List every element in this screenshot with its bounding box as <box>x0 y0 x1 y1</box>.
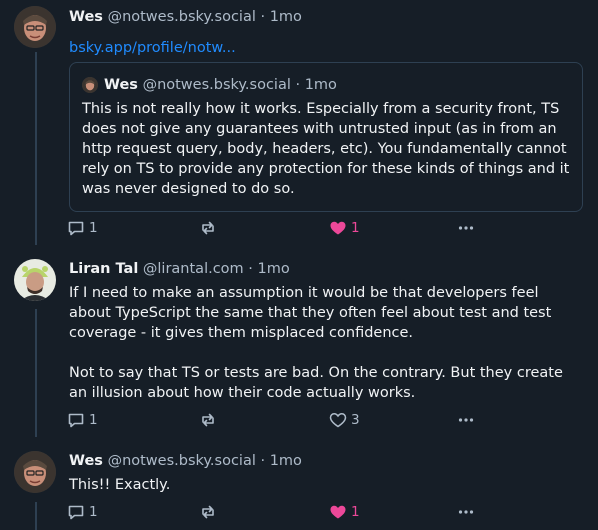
heart-filled-icon <box>330 221 346 235</box>
more-dots-icon <box>458 226 474 230</box>
post[interactable]: Liran Tal @lirantal.com · 1mo If I need … <box>69 259 584 403</box>
author-name[interactable]: Wes <box>69 9 103 25</box>
thread-line <box>35 502 37 530</box>
repost-icon <box>202 413 214 427</box>
more-options-button[interactable] <box>456 410 476 430</box>
avatar[interactable] <box>14 451 56 493</box>
post-header: Liran Tal @lirantal.com · 1mo <box>69 259 584 279</box>
heart-outline-icon <box>329 413 347 428</box>
quoted-author-name: Wes <box>104 77 138 93</box>
post-actions: 1 3 <box>66 410 486 430</box>
more-dots-icon <box>458 510 474 514</box>
separator-dot: · <box>260 453 266 469</box>
quoted-post[interactable]: Wes @notwes.bsky.social · 1mo This is no… <box>69 62 583 212</box>
author-handle[interactable]: @lirantal.com <box>143 261 244 277</box>
quoted-post-header: Wes @notwes.bsky.social · 1mo <box>82 75 570 95</box>
quoted-author-handle: @notwes.bsky.social <box>142 77 291 93</box>
separator-dot: · <box>248 261 253 277</box>
author-handle[interactable]: @notwes.bsky.social <box>108 9 256 25</box>
post-text: Not to say that TS or tests are bad. On … <box>69 365 563 401</box>
avatar[interactable] <box>14 259 56 301</box>
reply-count: 1 <box>89 504 98 520</box>
thread-view: Wes @notwes.bsky.social · 1mo bsky.app/p… <box>0 0 598 530</box>
repost-button[interactable] <box>198 410 218 430</box>
heart-filled-icon <box>330 505 346 519</box>
author-name[interactable]: Liran Tal <box>69 261 138 277</box>
more-options-button[interactable] <box>456 218 476 238</box>
post[interactable]: Wes @notwes.bsky.social · 1mo bsky.app/p… <box>69 7 584 58</box>
author-name[interactable]: Wes <box>69 453 103 469</box>
like-button[interactable]: 3 <box>328 410 360 430</box>
author-handle[interactable]: @notwes.bsky.social <box>108 453 256 469</box>
like-button[interactable]: 1 <box>328 218 360 238</box>
more-options-button[interactable] <box>456 502 476 522</box>
post-time[interactable]: 1mo <box>258 261 290 277</box>
avatar[interactable] <box>14 6 56 48</box>
reply-button[interactable]: 1 <box>66 502 98 522</box>
separator-dot: · <box>260 9 266 25</box>
repost-icon <box>202 221 214 235</box>
quoted-post-time: 1mo <box>304 77 337 93</box>
reply-icon <box>68 221 84 236</box>
like-button[interactable]: 1 <box>328 502 360 522</box>
like-count: 1 <box>351 220 360 236</box>
post-actions: 1 1 <box>66 218 486 238</box>
post-actions: 1 1 <box>66 502 486 522</box>
avatar-image <box>14 259 56 301</box>
avatar-image <box>14 451 56 493</box>
like-count: 3 <box>351 412 360 428</box>
quoted-avatar-image <box>82 77 98 93</box>
reply-icon <box>68 505 84 520</box>
reply-icon <box>68 413 84 428</box>
reply-button[interactable]: 1 <box>66 410 98 430</box>
reply-count: 1 <box>89 412 98 428</box>
post-link[interactable]: bsky.app/profile/notw... <box>69 38 584 58</box>
thread-line <box>35 52 37 245</box>
post-text: This!! Exactly. <box>69 477 171 493</box>
post-header: Wes @notwes.bsky.social · 1mo <box>69 451 584 471</box>
repost-button[interactable] <box>198 502 218 522</box>
like-count: 1 <box>351 504 360 520</box>
avatar-image <box>14 6 56 48</box>
post[interactable]: Wes @notwes.bsky.social · 1mo This!! Exa… <box>69 451 584 495</box>
post-text: If I need to make an assumption it would… <box>69 285 552 341</box>
reply-button[interactable]: 1 <box>66 218 98 238</box>
repost-icon <box>202 505 214 519</box>
separator-dot: · <box>295 77 301 93</box>
repost-button[interactable] <box>198 218 218 238</box>
more-dots-icon <box>458 418 474 422</box>
quoted-post-text: This is not really how it works. Especia… <box>82 101 570 197</box>
post-header: Wes @notwes.bsky.social · 1mo <box>69 7 584 27</box>
post-time[interactable]: 1mo <box>270 9 302 25</box>
thread-line <box>35 309 37 437</box>
post-time[interactable]: 1mo <box>270 453 302 469</box>
quoted-avatar <box>82 77 98 93</box>
reply-count: 1 <box>89 220 98 236</box>
